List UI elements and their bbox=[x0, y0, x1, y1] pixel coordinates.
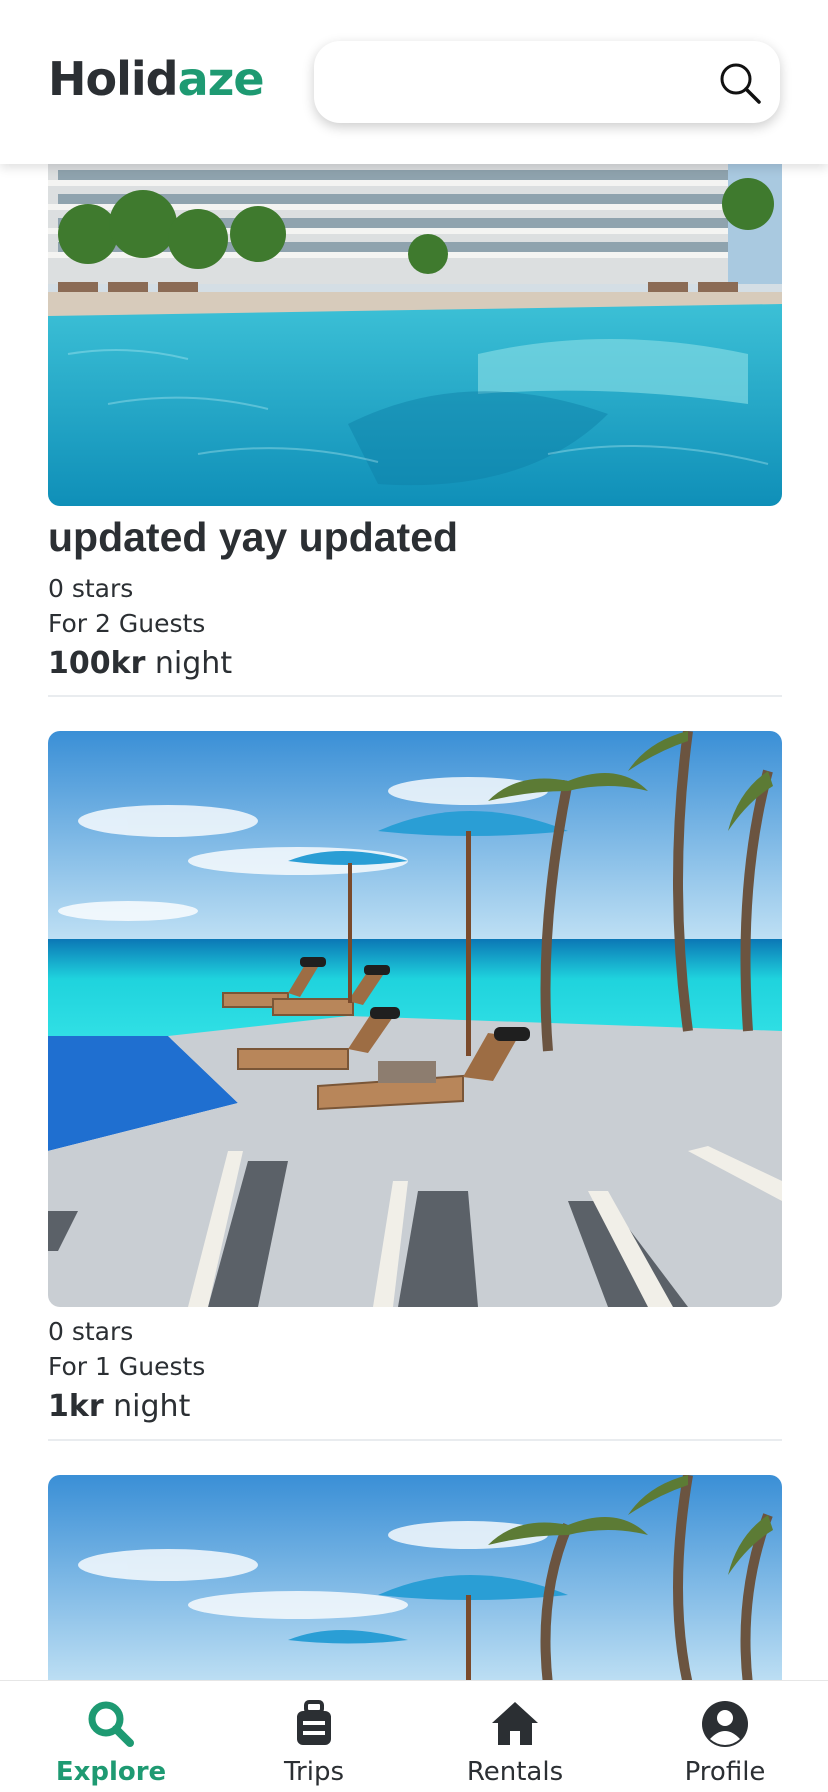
nav-item-explore[interactable]: Explore bbox=[46, 1681, 176, 1792]
listing-photo[interactable] bbox=[48, 164, 782, 506]
beach-loungers-image bbox=[48, 1475, 782, 1685]
nav-label: Profile bbox=[684, 1757, 766, 1787]
price-amount: 1kr bbox=[48, 1389, 104, 1424]
listing-title[interactable]: updated yay updated bbox=[48, 514, 458, 561]
house-icon bbox=[490, 1699, 540, 1749]
nav-label: Rentals bbox=[466, 1757, 564, 1787]
listing-stars: 0 stars bbox=[48, 574, 134, 603]
nav-item-rentals[interactable]: Rentals bbox=[450, 1681, 580, 1792]
price-unit: night bbox=[103, 1389, 191, 1424]
search-input[interactable] bbox=[336, 59, 706, 105]
search-bar[interactable] bbox=[314, 41, 780, 123]
nav-label: Trips bbox=[283, 1757, 345, 1787]
beach-loungers-image bbox=[48, 731, 782, 1307]
price-amount: 100kr bbox=[48, 646, 146, 681]
app-logo[interactable]: Holidaze bbox=[48, 52, 265, 106]
nav-item-profile[interactable]: Profile bbox=[660, 1681, 790, 1792]
listing-guests: For 1 Guests bbox=[48, 1352, 206, 1381]
listing-price: 1kr night bbox=[48, 1389, 190, 1424]
listing-photo[interactable] bbox=[48, 731, 782, 1307]
user-icon bbox=[700, 1699, 750, 1749]
listing-price: 100kr night bbox=[48, 646, 232, 681]
nav-item-trips[interactable]: Trips bbox=[254, 1681, 374, 1792]
logo-primary: Holid bbox=[48, 52, 179, 106]
hotel-pool-image bbox=[48, 164, 782, 506]
card-divider bbox=[48, 1439, 782, 1441]
search-icon[interactable] bbox=[718, 61, 762, 105]
nav-label: Explore bbox=[55, 1757, 167, 1787]
bottom-nav: Explore Trips Rentals Profile bbox=[0, 1680, 828, 1792]
card-divider bbox=[48, 695, 782, 697]
suitcase-icon bbox=[289, 1699, 339, 1749]
top-header: Holidaze bbox=[0, 0, 828, 164]
listings-feed[interactable]: updated yay updated 0 stars For 2 Guests… bbox=[0, 0, 828, 1792]
listing-stars: 0 stars bbox=[48, 1317, 134, 1346]
listing-guests: For 2 Guests bbox=[48, 609, 206, 638]
logo-accent: aze bbox=[177, 52, 265, 106]
listing-photo[interactable] bbox=[48, 1475, 782, 1685]
price-unit: night bbox=[145, 646, 233, 681]
search-icon bbox=[86, 1699, 136, 1749]
